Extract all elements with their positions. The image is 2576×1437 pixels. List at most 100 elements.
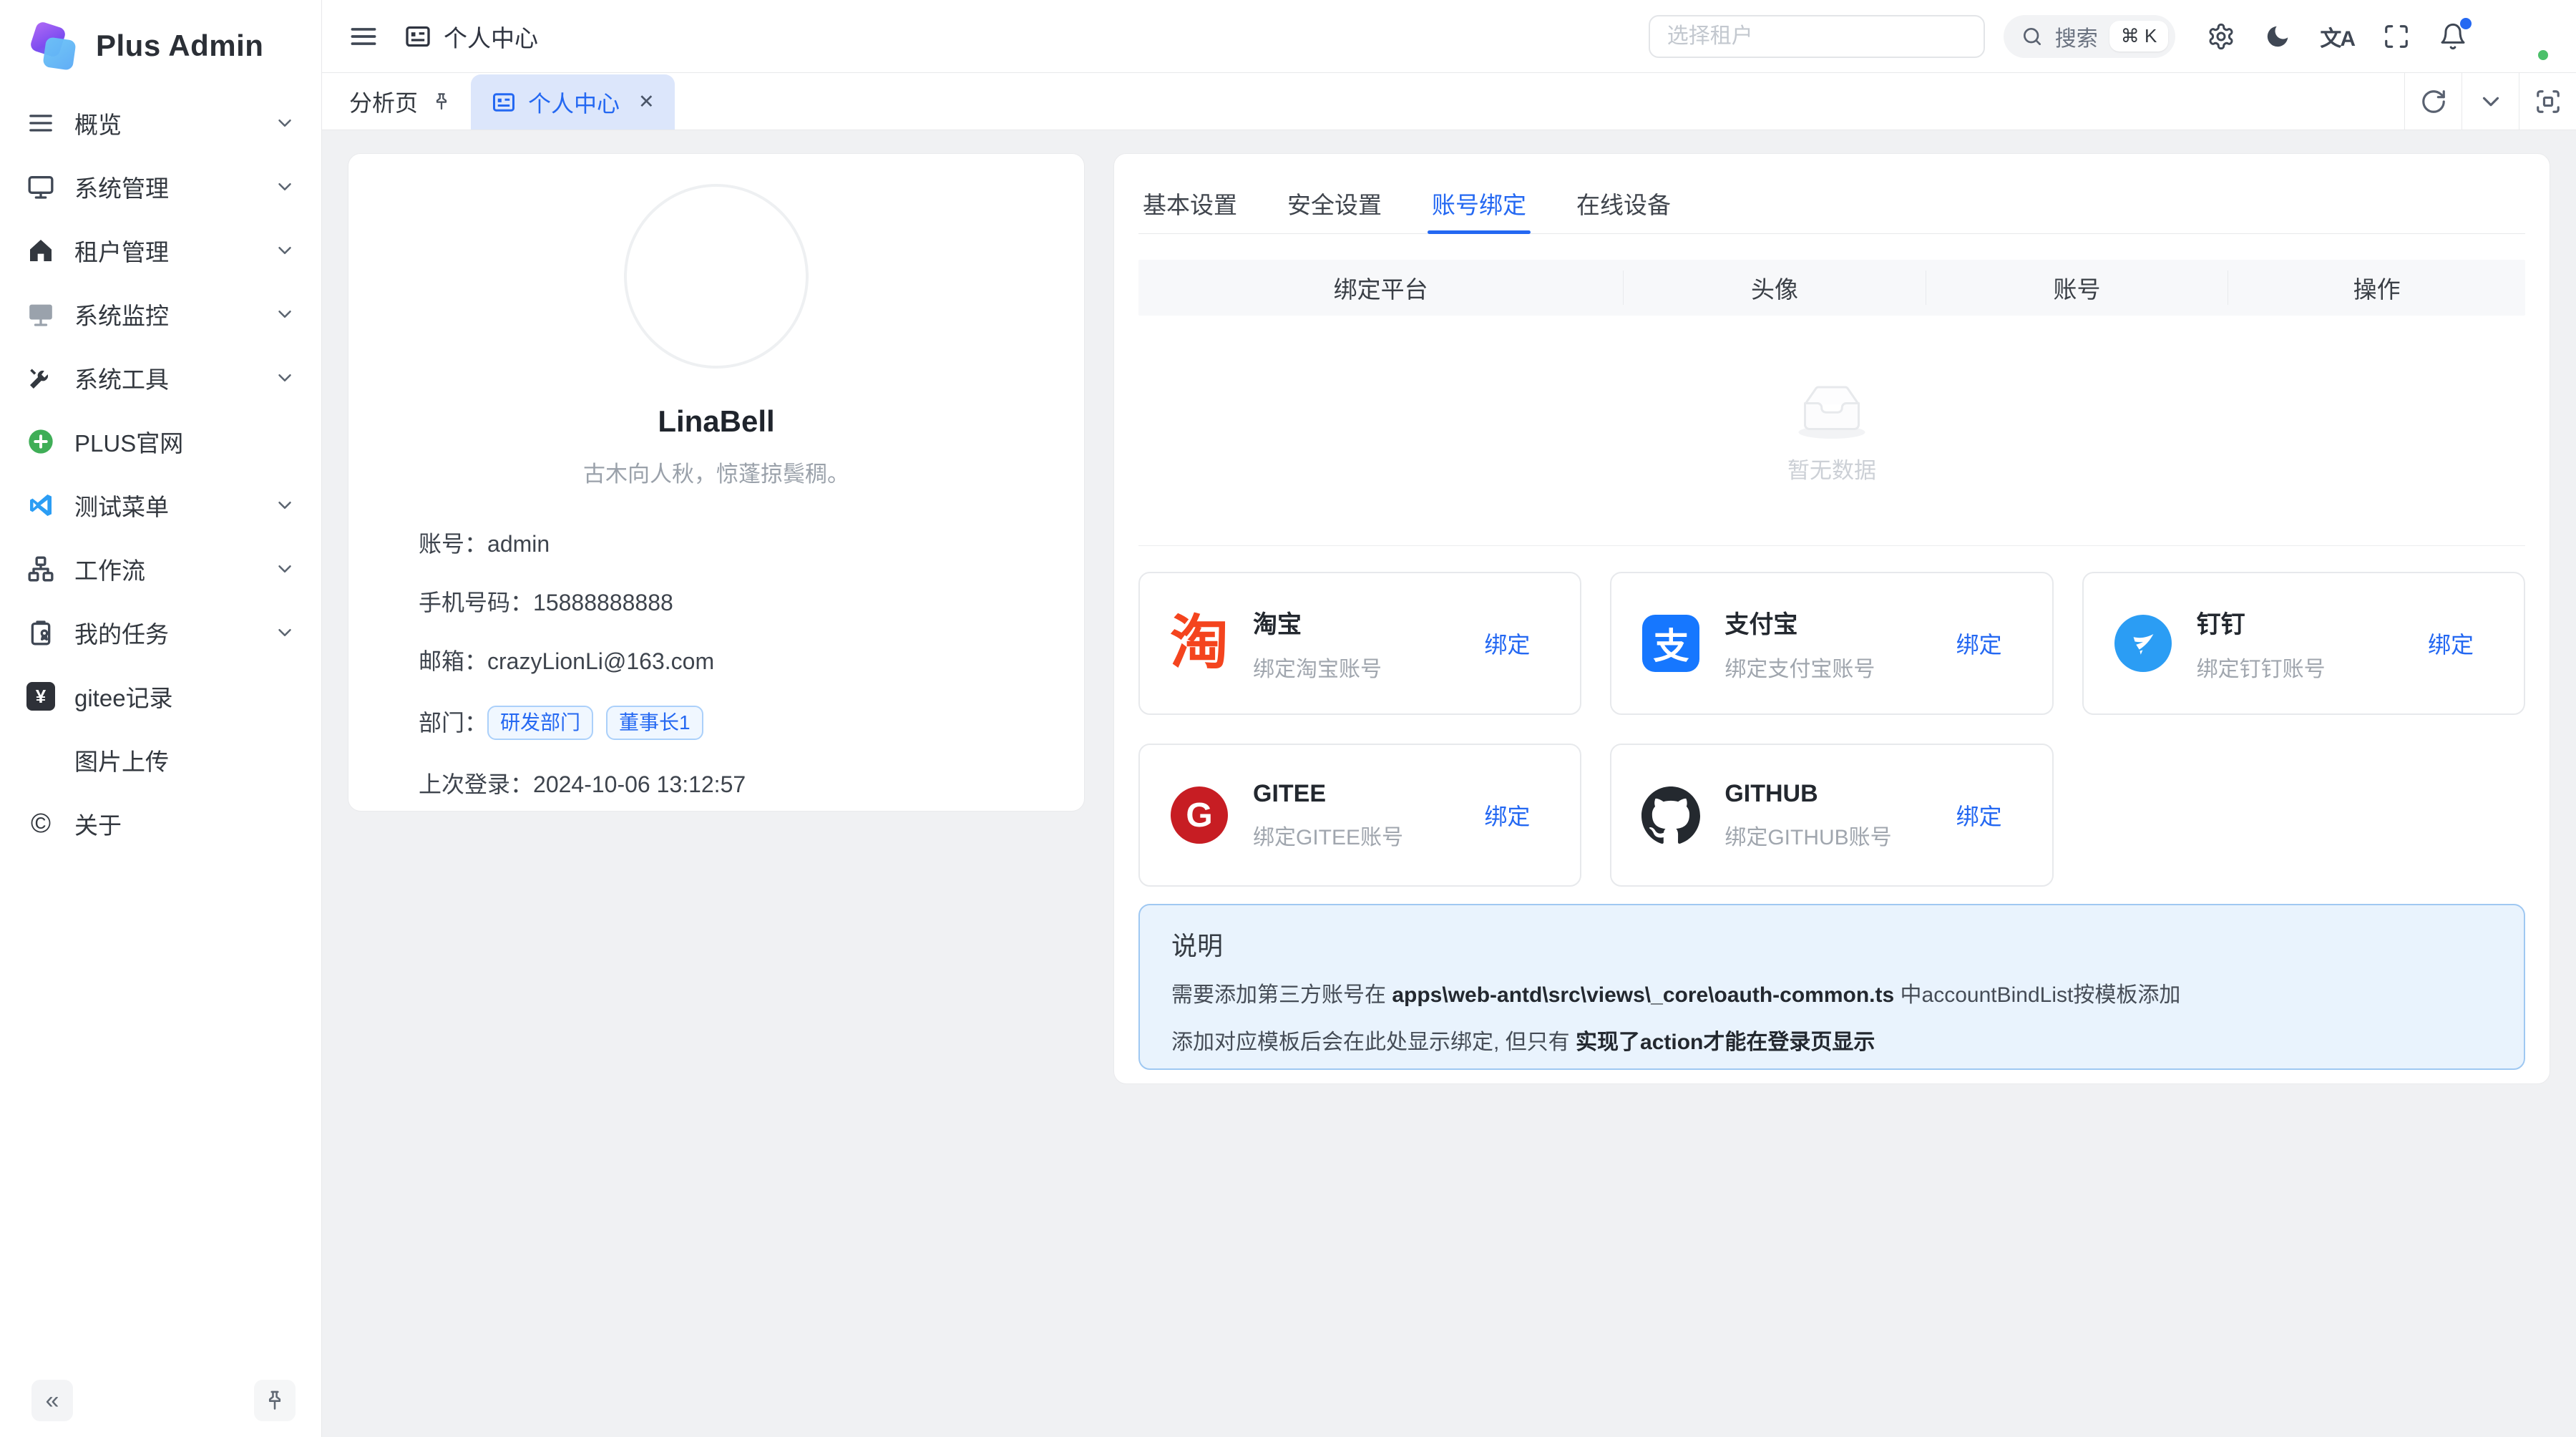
chevron-down-icon	[274, 558, 296, 580]
sidebar-item-label: 工作流	[74, 552, 145, 586]
bind-link[interactable]: 绑定	[1956, 627, 2002, 660]
hamburger-menu-icon[interactable]	[348, 21, 379, 52]
alipay-icon: 支	[1640, 613, 1702, 674]
yen-calendar-icon: ¥	[26, 681, 56, 711]
vscode-icon	[26, 490, 56, 520]
binding-cards: 淘 淘宝 绑定淘宝账号 绑定 支 支付宝 绑定支付宝账号 绑定	[1138, 572, 2525, 887]
note-text: 添加对应模板后会在此处显示绑定, 但只有	[1171, 1031, 1576, 1054]
header: 个人中心 搜索 ⌘ K 文A	[322, 0, 2576, 73]
field-value: 15888888888	[533, 588, 673, 617]
chevron-down-icon	[274, 367, 296, 389]
app-title: Plus Admin	[96, 29, 263, 63]
binding-card-alipay: 支 支付宝 绑定支付宝账号 绑定	[1610, 572, 2053, 715]
sidebar-item-tenant-management[interactable]: 租户管理	[11, 220, 310, 281]
profile-avatar	[627, 187, 806, 366]
sidebar-item-label: 系统监控	[74, 297, 169, 331]
clipboard-icon	[26, 618, 56, 648]
tab-security-settings[interactable]: 安全设置	[1283, 172, 1386, 233]
gitee-icon: G	[1169, 784, 1230, 846]
maximize-view-icon[interactable]	[2519, 73, 2576, 130]
profile-details: 账号： admin 手机号码： 15888888888 邮箱： crazyLio…	[348, 530, 1084, 799]
sidebar-item-system-monitor[interactable]: 系统监控	[11, 284, 310, 344]
sidebar-item-plus-website[interactable]: PLUS官网	[11, 411, 310, 472]
sidebar-item-test-menu[interactable]: 测试菜单	[11, 475, 310, 535]
profile-row-email: 邮箱： crazyLionLi@163.com	[419, 647, 1084, 676]
platform-desc: 绑定支付宝账号	[1724, 651, 1933, 683]
tenant-select-input[interactable]	[1649, 15, 1985, 58]
user-avatar[interactable]	[2496, 9, 2550, 64]
tab-analysis-page[interactable]: 分析页	[322, 73, 471, 130]
bind-link[interactable]: 绑定	[2428, 627, 2474, 660]
sidebar-item-label: 关于	[74, 807, 122, 841]
note-box: 说明 需要添加第三方账号在 apps\web-antd\src\views\_c…	[1138, 904, 2525, 1070]
id-card-icon	[404, 22, 432, 51]
column-header-avatar: 头像	[1624, 271, 1926, 305]
bind-link[interactable]: 绑定	[1484, 799, 1530, 832]
pin-icon[interactable]	[431, 91, 452, 112]
platform-name: GITEE	[1253, 780, 1461, 808]
sidebar-item-workflow[interactable]: 工作流	[11, 539, 310, 599]
platform-name: GITHUB	[1724, 780, 1933, 808]
tab-profile-center[interactable]: 个人中心 ✕	[471, 74, 675, 130]
note-emphasis: 实现了action才能在登录页显示	[1576, 1031, 1875, 1054]
platform-name: 支付宝	[1724, 605, 1933, 640]
collapse-sidebar-button[interactable]: «	[31, 1380, 73, 1421]
sidebar-menu: 概览 系统管理 租户管理 系统监控	[0, 73, 321, 854]
settings-gear-icon[interactable]	[2207, 22, 2235, 51]
sidebar-item-system-tools[interactable]: 系统工具	[11, 348, 310, 408]
sidebar-item-image-upload[interactable]: 图片上传	[11, 730, 310, 790]
note-text: 需要添加第三方账号在	[1171, 983, 1392, 1007]
sidebar-item-my-tasks[interactable]: 我的任务	[11, 603, 310, 663]
sidebar-item-system-management[interactable]: 系统管理	[11, 157, 310, 217]
fullscreen-icon[interactable]	[2383, 23, 2410, 50]
platform-desc: 绑定钉钉账号	[2197, 651, 2405, 683]
notification-badge	[2460, 18, 2472, 29]
language-translate-icon[interactable]: 文A	[2320, 21, 2354, 52]
sidebar-item-label: 系统管理	[74, 170, 169, 204]
platform-desc: 绑定GITHUB账号	[1724, 819, 1933, 851]
profile-row-last-login: 上次登录： 2024-10-06 13:12:57	[419, 770, 1084, 799]
profile-row-account: 账号： admin	[419, 530, 1084, 558]
dark-mode-moon-icon[interactable]	[2264, 23, 2291, 50]
bind-link[interactable]: 绑定	[1484, 627, 1530, 660]
sidebar-item-label: PLUS官网	[74, 424, 183, 459]
tools-icon	[26, 363, 56, 393]
chevron-down-icon	[274, 303, 296, 325]
platform-desc: 绑定GITEE账号	[1253, 819, 1461, 851]
chevron-down-icon	[274, 240, 296, 261]
app-logo-icon	[29, 23, 77, 69]
department-tag: 研发部门	[487, 706, 593, 740]
home-icon	[26, 235, 56, 266]
profile-name: LinaBell	[348, 404, 1084, 439]
sidebar-item-gitee-record[interactable]: ¥ gitee记录	[11, 666, 310, 726]
global-search-button[interactable]: 搜索 ⌘ K	[2004, 15, 2176, 58]
sidebar-item-overview[interactable]: 概览	[11, 93, 310, 153]
chevron-down-icon	[274, 622, 296, 643]
tab-label: 分析页	[349, 85, 418, 118]
notifications-bell-icon[interactable]	[2439, 22, 2467, 51]
close-tab-icon[interactable]: ✕	[638, 91, 655, 113]
tab-bar: 分析页 个人中心 ✕	[322, 73, 2576, 130]
note-line-2: 添加对应模板后会在此处显示绑定, 但只有 实现了action才能在登录页显示	[1171, 1028, 2492, 1057]
pin-sidebar-button[interactable]	[254, 1380, 296, 1421]
logo-row[interactable]: Plus Admin	[0, 0, 321, 73]
sidebar-item-about[interactable]: © 关于	[11, 794, 310, 854]
tab-online-devices[interactable]: 在线设备	[1572, 172, 1675, 233]
taobao-icon: 淘	[1169, 613, 1230, 674]
binding-card-dingtalk: 钉钉 绑定钉钉账号 绑定	[2082, 572, 2525, 715]
sidebar-footer: «	[0, 1380, 321, 1421]
bind-link[interactable]: 绑定	[1956, 799, 2002, 832]
profile-motto: 古木向人秋，惊蓬掠鬓稠。	[348, 456, 1084, 488]
field-label: 账号：	[419, 530, 487, 558]
tab-label: 个人中心	[528, 86, 620, 119]
tab-basic-settings[interactable]: 基本设置	[1138, 172, 1241, 233]
profile-card: LinaBell 古木向人秋，惊蓬掠鬓稠。 账号： admin 手机号码： 15…	[348, 153, 1085, 812]
chevron-down-icon[interactable]	[2462, 73, 2519, 130]
search-label: 搜索	[2055, 21, 2098, 52]
tab-account-binding[interactable]: 账号绑定	[1428, 172, 1531, 233]
field-label: 邮箱：	[419, 647, 487, 676]
online-status-dot	[2536, 48, 2550, 62]
refresh-icon[interactable]	[2404, 73, 2462, 130]
dingtalk-icon	[2112, 613, 2174, 674]
sidebar-item-label: 图片上传	[74, 743, 169, 777]
